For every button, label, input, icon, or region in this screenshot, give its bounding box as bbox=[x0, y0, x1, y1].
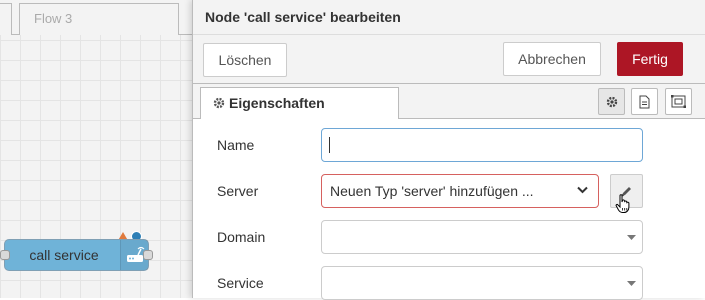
domain-label: Domain bbox=[217, 229, 266, 245]
flow-workspace[interactable]: Flow 3 call service bbox=[0, 0, 192, 298]
server-select-value: Neuen Typ 'server' hinzufügen ... bbox=[330, 183, 534, 199]
appearance-tab-button[interactable] bbox=[665, 88, 692, 115]
gear-icon bbox=[213, 97, 225, 109]
caret-down-icon bbox=[627, 235, 636, 240]
name-label: Name bbox=[217, 137, 255, 153]
hand-cursor-icon bbox=[615, 194, 630, 213]
gear-icon bbox=[606, 96, 617, 107]
service-input[interactable] bbox=[321, 266, 643, 300]
workspace-tabbar: Flow 3 bbox=[0, 0, 192, 35]
done-button[interactable]: Fertig bbox=[617, 42, 683, 76]
workspace-tab-previous[interactable] bbox=[0, 3, 12, 35]
tray-header: Node 'call service' bearbeiten bbox=[193, 0, 705, 35]
description-tab-button[interactable] bbox=[631, 88, 658, 115]
server-label: Server bbox=[217, 183, 259, 199]
appearance-icon bbox=[671, 95, 686, 108]
delete-button[interactable]: Löschen bbox=[203, 43, 287, 77]
cancel-button[interactable]: Abbrechen bbox=[503, 42, 601, 76]
text-caret bbox=[329, 137, 330, 153]
flow-node-call-service[interactable]: call service bbox=[4, 239, 149, 271]
edit-tray: Node 'call service' bearbeiten Löschen A… bbox=[192, 0, 705, 300]
node-label: call service bbox=[29, 247, 99, 263]
server-select[interactable]: Neuen Typ 'server' hinzufügen ... bbox=[321, 174, 599, 208]
tab-properties-label: Eigenschaften bbox=[229, 95, 325, 111]
tray-tabs: Eigenschaften bbox=[193, 84, 705, 120]
workspace-tab-flow-3[interactable]: Flow 3 bbox=[19, 3, 179, 35]
node-output-port[interactable] bbox=[143, 250, 153, 260]
settings-tab-button[interactable] bbox=[598, 88, 625, 115]
name-input[interactable] bbox=[321, 128, 643, 162]
tray-toolbar: Löschen Abbrechen Fertig bbox=[193, 35, 705, 84]
document-icon bbox=[639, 95, 650, 108]
domain-input[interactable] bbox=[321, 220, 643, 254]
node-input-port[interactable] bbox=[0, 250, 10, 260]
tab-properties[interactable]: Eigenschaften bbox=[200, 87, 399, 120]
service-label: Service bbox=[217, 275, 264, 291]
chevron-down-icon bbox=[577, 186, 588, 194]
tray-title: Node 'call service' bearbeiten bbox=[205, 9, 401, 25]
caret-down-icon bbox=[627, 281, 636, 286]
properties-form: Name Server Neuen Typ 'server' hinzufüge… bbox=[193, 119, 705, 300]
